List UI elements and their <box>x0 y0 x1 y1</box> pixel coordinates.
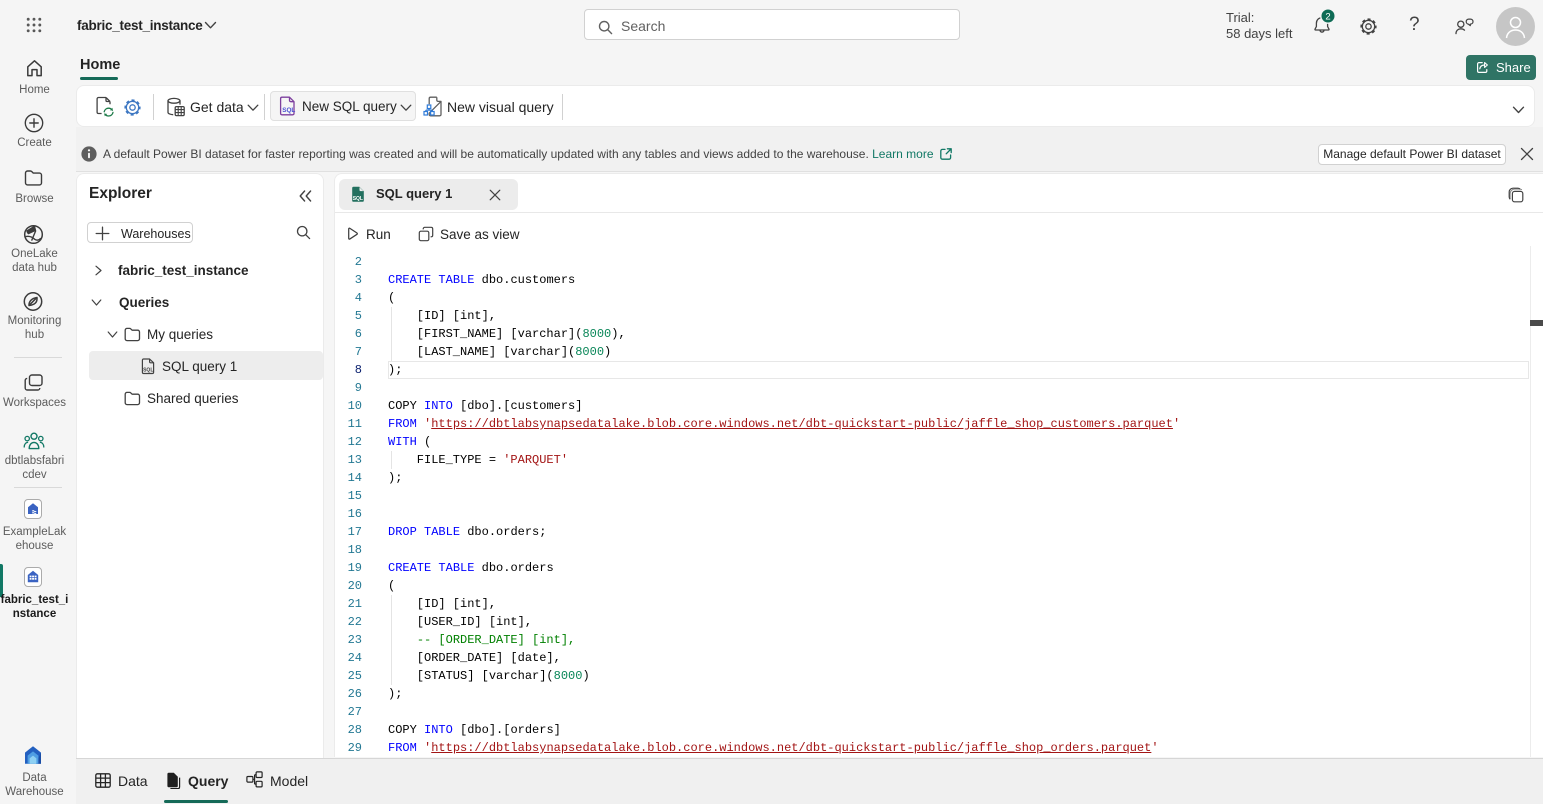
svg-text:2: 2 <box>1325 11 1330 22</box>
svg-text:SQL: SQL <box>353 196 363 202</box>
svg-text:SQL: SQL <box>143 367 153 373</box>
svg-text:SQL: SQL <box>282 107 295 114</box>
